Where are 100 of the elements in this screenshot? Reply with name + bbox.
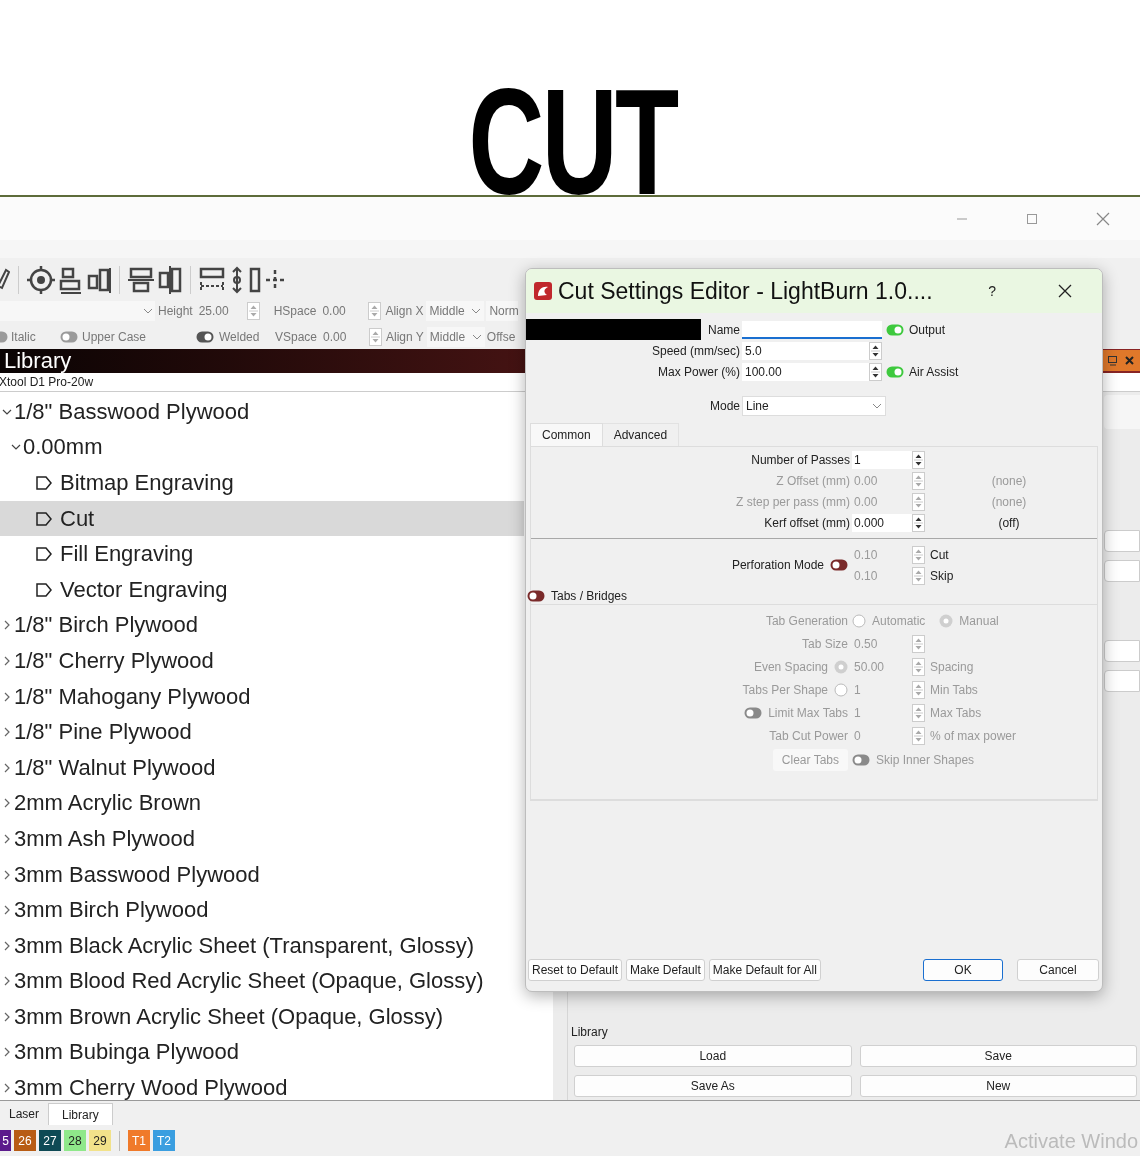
color-swatch[interactable]: 26: [14, 1130, 36, 1151]
chevron-right-icon[interactable]: [2, 976, 12, 987]
dialog-button[interactable]: Make Default for All: [708, 959, 821, 981]
library-button[interactable]: New: [859, 1075, 1137, 1097]
field-label: Kerf offset (mm): [764, 514, 850, 532]
toggle-switch[interactable]: [852, 754, 870, 766]
input-field[interactable]: 1: [852, 450, 912, 469]
toggle-switch[interactable]: [196, 330, 214, 343]
input-field[interactable]: [1104, 560, 1140, 582]
crosshair-icon[interactable]: [27, 266, 55, 294]
input-field[interactable]: [1104, 530, 1140, 552]
tree-item[interactable]: 3mm Birch Plywood: [0, 892, 524, 928]
chevron-right-icon[interactable]: [2, 940, 12, 951]
input-field[interactable]: 100.00: [742, 362, 869, 381]
chevron-right-icon[interactable]: [2, 762, 12, 773]
spin-button[interactable]: [912, 450, 925, 469]
mode-dropdown[interactable]: Line: [742, 395, 886, 416]
toggle-switch[interactable]: [744, 706, 763, 719]
tree-item[interactable]: 1/8" Walnut Plywood: [0, 749, 524, 786]
float-icon[interactable]: [1108, 355, 1117, 366]
tree-item[interactable]: Cut: [0, 500, 524, 537]
radio-button[interactable]: [939, 613, 954, 628]
dialog-button[interactable]: Make Default: [626, 959, 705, 981]
tree-item[interactable]: 3mm Cherry Wood Plywood: [0, 1070, 524, 1100]
toggle-switch[interactable]: [886, 323, 904, 336]
input-field[interactable]: 0.00: [323, 327, 370, 346]
toggle-switch[interactable]: [830, 559, 848, 571]
tree-item[interactable]: 3mm Basswood Plywood: [0, 856, 524, 893]
color-swatch[interactable]: 28: [64, 1130, 86, 1151]
tab[interactable]: Common: [530, 423, 603, 446]
spin-button[interactable]: [869, 362, 882, 381]
input-field[interactable]: 0.00: [322, 301, 369, 320]
spin-button[interactable]: [869, 341, 882, 360]
field-label: Number of Passes: [751, 451, 850, 469]
tree-item[interactable]: 3mm Bubinga Plywood: [0, 1034, 524, 1071]
dropdown[interactable]: Norm: [486, 300, 519, 321]
tree-item[interactable]: Bitmap Engraving: [0, 465, 524, 501]
tree-item[interactable]: 3mm Blood Red Acrylic Sheet (Opaque, Glossy): [0, 963, 524, 1000]
radio-button[interactable]: [852, 613, 866, 628]
color-swatch[interactable]: 5: [0, 1130, 11, 1151]
panel-tab[interactable]: Library: [48, 1103, 113, 1125]
align-bottom-icon[interactable]: [59, 266, 83, 294]
dropdown[interactable]: Middle: [426, 300, 485, 321]
dialog-title: Cut Settings Editor - LightBurn 1.0....: [558, 279, 933, 303]
chevron-right-icon[interactable]: [2, 1047, 12, 1058]
chevron-right-icon[interactable]: [2, 833, 12, 844]
tree-item[interactable]: 0.00mm: [0, 429, 524, 466]
tree-item[interactable]: 3mm Ash Plywood: [0, 821, 524, 857]
chevron-right-icon[interactable]: [2, 655, 12, 666]
chevron-right-icon[interactable]: [2, 798, 12, 809]
tag-icon: [35, 509, 53, 528]
radio-button[interactable]: [834, 682, 848, 697]
dialog-button[interactable]: OK: [923, 959, 1003, 981]
input-field[interactable]: 0.000: [852, 513, 912, 532]
chevron-right-icon[interactable]: [2, 620, 12, 631]
maximize-icon[interactable]: [1026, 212, 1038, 225]
dropdown[interactable]: Middle: [426, 326, 485, 347]
chevron-right-icon[interactable]: [2, 905, 12, 916]
tree-item[interactable]: 1/8" Cherry Plywood: [0, 643, 524, 679]
chevron-right-icon[interactable]: [2, 1083, 12, 1094]
center-vertical-icon[interactable]: [128, 266, 154, 294]
tree-item[interactable]: 3mm Black Acrylic Sheet (Transparent, Glossy): [0, 927, 524, 964]
input-field[interactable]: 5.0: [742, 341, 869, 360]
input-field[interactable]: [1104, 670, 1140, 692]
toggle-switch[interactable]: [886, 365, 904, 378]
dialog-button[interactable]: Reset to Default: [528, 959, 623, 981]
tree-item[interactable]: 1/8" Basswood Plywood: [0, 394, 524, 430]
name-field[interactable]: [742, 320, 882, 339]
dialog-button[interactable]: Cancel: [1017, 959, 1099, 981]
input-field[interactable]: [1104, 395, 1140, 429]
color-swatch[interactable]: 29: [89, 1130, 111, 1151]
input-field[interactable]: [1104, 640, 1140, 662]
tree-item[interactable]: 1/8" Mahogany Plywood: [0, 678, 524, 715]
center-horizontal-icon[interactable]: [158, 266, 182, 294]
toggle-switch[interactable]: [527, 590, 545, 602]
help-button[interactable]: ?: [988, 280, 996, 302]
close-icon[interactable]: [1058, 284, 1072, 298]
distribute-vertical-icon[interactable]: [229, 266, 245, 294]
radio-button[interactable]: [834, 659, 848, 674]
spin-button[interactable]: [912, 513, 925, 532]
tree-item[interactable]: Vector Engraving: [0, 571, 524, 608]
input-field[interactable]: 25.00: [198, 301, 247, 320]
chevron-right-icon[interactable]: [2, 691, 12, 702]
align-right-icon[interactable]: [87, 266, 111, 294]
chevron-right-icon[interactable]: [2, 1011, 12, 1022]
library-button[interactable]: Save As: [574, 1075, 852, 1097]
chevron-right-icon[interactable]: [2, 869, 12, 880]
library-button[interactable]: Save: [859, 1045, 1137, 1067]
library-button[interactable]: Load: [574, 1045, 852, 1067]
chevron-right-icon[interactable]: [2, 727, 12, 738]
tree-item[interactable]: 1/8" Pine Plywood: [0, 714, 524, 750]
tab[interactable]: Advanced: [602, 423, 680, 446]
tree-item[interactable]: 3mm Brown Acrylic Sheet (Opaque, Glossy): [0, 999, 524, 1035]
color-swatch[interactable]: 27: [39, 1130, 61, 1151]
bar-icon[interactable]: [249, 266, 261, 294]
tree-item[interactable]: Fill Engraving: [0, 536, 524, 572]
tree-item[interactable]: 1/8" Birch Plywood: [0, 607, 524, 644]
tree-item[interactable]: 2mm Acrylic Brown: [0, 785, 524, 822]
field-label: Tab Size: [801, 635, 848, 653]
toggle-switch[interactable]: [60, 330, 78, 343]
